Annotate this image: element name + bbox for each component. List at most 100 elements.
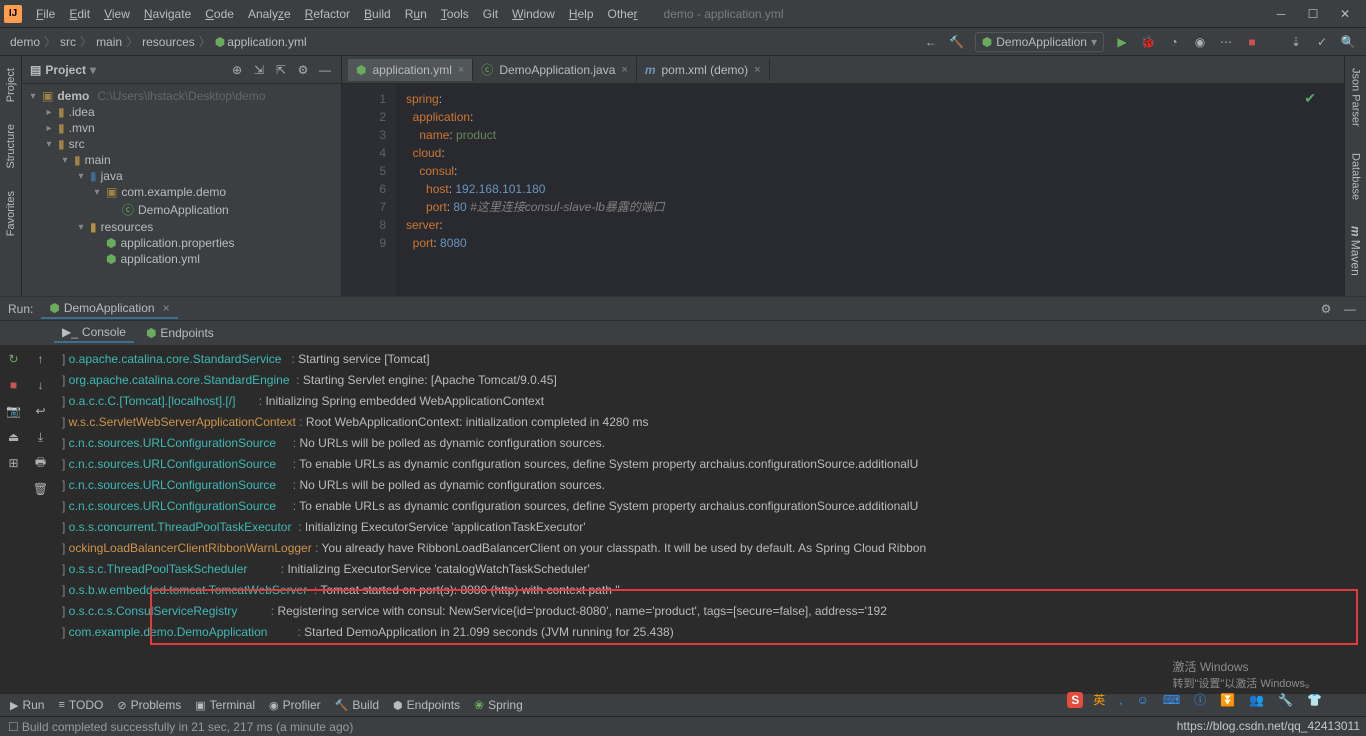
status-text: Build completed successfully in 21 sec, … bbox=[22, 720, 354, 734]
close-button[interactable]: ✕ bbox=[1338, 7, 1352, 21]
hide-icon[interactable]: — bbox=[317, 62, 333, 78]
menu-refactor[interactable]: Refactor bbox=[299, 5, 356, 23]
menu-help[interactable]: Help bbox=[563, 5, 600, 23]
scroll-end[interactable]: ⤓ bbox=[33, 429, 49, 445]
rail-favorites[interactable]: Favorites bbox=[3, 185, 19, 242]
menu-file[interactable]: File bbox=[30, 5, 61, 23]
crumb-main[interactable]: main bbox=[96, 35, 122, 49]
menu-tools[interactable]: Tools bbox=[435, 5, 475, 23]
rail-project[interactable]: Project bbox=[3, 62, 19, 108]
stop-button[interactable]: ■ bbox=[1244, 34, 1260, 50]
up-stack[interactable]: ↑ bbox=[33, 351, 49, 367]
titlebar: IJ File Edit View Navigate Code Analyze … bbox=[0, 0, 1366, 28]
status-icon: ☐ bbox=[8, 720, 19, 734]
breadcrumb: demo〉 src〉 main〉 resources〉 ⬢application… bbox=[10, 33, 307, 50]
rail-database[interactable]: Database bbox=[1348, 147, 1364, 206]
bottom-profiler[interactable]: ◉ Profiler bbox=[269, 698, 321, 712]
maximize-button[interactable]: ☐ bbox=[1306, 7, 1320, 21]
tree-pkg[interactable]: ▾▣com.example.demo bbox=[28, 184, 335, 200]
menu-code[interactable]: Code bbox=[199, 5, 240, 23]
watermark: https://blog.csdn.net/qq_42413011 bbox=[1177, 719, 1360, 733]
run-config-selector[interactable]: ⬢ DemoApplication ▾ bbox=[975, 32, 1104, 52]
bottom-build[interactable]: 🔨 Build bbox=[335, 698, 379, 712]
menu-window[interactable]: Window bbox=[506, 5, 561, 23]
settings-icon[interactable]: ⚙ bbox=[295, 62, 311, 78]
exit-button[interactable]: ⏏ bbox=[6, 429, 22, 445]
clear-button[interactable]: 🗑 bbox=[33, 481, 49, 497]
menu-view[interactable]: View bbox=[98, 5, 136, 23]
crumb-demo[interactable]: demo bbox=[10, 35, 40, 49]
menu-navigate[interactable]: Navigate bbox=[138, 5, 197, 23]
more-run[interactable]: ⋯ bbox=[1218, 34, 1234, 50]
tree-app-yml[interactable]: ⬢application.yml bbox=[28, 251, 335, 267]
statusbar: ☐ Build completed successfully in 21 sec… bbox=[0, 716, 1366, 736]
ime-bar: S 英 , ☺ ⌨ ⓘ ⏬ 👥 🔧 👕 bbox=[1067, 690, 1326, 709]
tab-demo-application[interactable]: ⓒDemoApplication.java× bbox=[473, 57, 637, 82]
tree-mvn[interactable]: ▸▮.mvn bbox=[28, 120, 335, 136]
menu-git[interactable]: Git bbox=[477, 5, 504, 23]
down-stack[interactable]: ↓ bbox=[33, 377, 49, 393]
tree-app-class[interactable]: ⓒDemoApplication bbox=[28, 200, 335, 219]
back-button[interactable]: ← bbox=[923, 34, 939, 50]
git-commit[interactable]: ✓ bbox=[1314, 34, 1330, 50]
tree-java[interactable]: ▾▮java bbox=[28, 168, 335, 184]
bottom-endpoints[interactable]: ⬢ Endpoints bbox=[393, 698, 460, 712]
tree-root[interactable]: ▾▣demoC:\Users\lhstack\Desktop\demo bbox=[28, 88, 335, 104]
crumb-resources[interactable]: resources bbox=[142, 35, 195, 49]
dump-threads[interactable]: 📷 bbox=[6, 403, 22, 419]
crumb-src[interactable]: src bbox=[60, 35, 76, 49]
menu-other[interactable]: Other bbox=[602, 5, 644, 23]
minimize-button[interactable]: ─ bbox=[1274, 7, 1288, 21]
project-title[interactable]: ▤ Project ▾ bbox=[30, 63, 96, 77]
endpoints-tab[interactable]: ⬢Endpoints bbox=[138, 324, 222, 342]
soft-wrap[interactable]: ↩ bbox=[33, 403, 49, 419]
bottom-terminal[interactable]: ▣ Terminal bbox=[195, 698, 255, 712]
window-title: demo - application.yml bbox=[664, 7, 784, 21]
stop-run-button[interactable]: ■ bbox=[6, 377, 22, 393]
run-button[interactable]: ▶ bbox=[1114, 34, 1130, 50]
build-button[interactable]: 🔨 bbox=[949, 34, 965, 50]
coverage-button[interactable]: ◔ bbox=[1166, 34, 1182, 50]
rerun-button[interactable]: ↻ bbox=[6, 351, 22, 367]
collapse-all-icon[interactable]: ⇱ bbox=[273, 62, 289, 78]
crumb-file[interactable]: ⬢application.yml bbox=[215, 35, 307, 49]
app-logo: IJ bbox=[4, 5, 22, 23]
tree-idea[interactable]: ▸▮.idea bbox=[28, 104, 335, 120]
run-hide-icon[interactable]: — bbox=[1342, 301, 1358, 317]
menu-run[interactable]: Run bbox=[399, 5, 433, 23]
run-pane: Run: ⬢DemoApplication× ⚙ — ▶_Console ⬢En… bbox=[0, 296, 1366, 693]
bottom-todo[interactable]: ≡ TODO bbox=[58, 698, 103, 712]
console-output[interactable]: ] o.apache.catalina.core.StandardService… bbox=[54, 345, 1366, 693]
expand-all-icon[interactable]: ⇲ bbox=[251, 62, 267, 78]
menu-analyze[interactable]: Analyze bbox=[242, 5, 297, 23]
bottom-spring[interactable]: ❀ Spring bbox=[474, 698, 523, 712]
tab-application-yml[interactable]: ⬢application.yml× bbox=[348, 59, 473, 81]
console-tab[interactable]: ▶_Console bbox=[54, 323, 134, 343]
git-update[interactable]: ⇣ bbox=[1288, 34, 1304, 50]
profile-button[interactable]: ◉ bbox=[1192, 34, 1208, 50]
rail-structure[interactable]: Structure bbox=[3, 118, 19, 175]
rail-maven[interactable]: m Maven bbox=[1347, 220, 1365, 282]
menu-edit[interactable]: Edit bbox=[63, 5, 96, 23]
layout-button[interactable]: ⊞ bbox=[6, 455, 22, 471]
bottom-run[interactable]: ▶ Run bbox=[10, 698, 44, 712]
debug-button[interactable]: 🐞 bbox=[1140, 34, 1156, 50]
select-opened-icon[interactable]: ⊕ bbox=[229, 62, 245, 78]
run-config-name: DemoApplication bbox=[996, 35, 1087, 49]
print-button[interactable]: 🖶 bbox=[33, 455, 49, 471]
run-settings-icon[interactable]: ⚙ bbox=[1318, 301, 1334, 317]
menubar: File Edit View Navigate Code Analyze Ref… bbox=[30, 5, 644, 23]
search-everywhere[interactable]: 🔍 bbox=[1340, 34, 1356, 50]
tree-resources[interactable]: ▾▮resources bbox=[28, 219, 335, 235]
bottom-problems[interactable]: ⊘ Problems bbox=[117, 698, 181, 712]
run-label: Run: bbox=[8, 302, 33, 316]
tree-src[interactable]: ▾▮src bbox=[28, 136, 335, 152]
run-tool-buttons: ↻ ■ 📷 ⏏ ⊞ ↑ ↓ ↩ ⤓ 🖶 🗑 bbox=[0, 345, 54, 693]
tree-app-props[interactable]: ⬢application.properties bbox=[28, 235, 335, 251]
tree-main[interactable]: ▾▮main bbox=[28, 152, 335, 168]
rail-json-parser[interactable]: Json Parser bbox=[1348, 62, 1364, 133]
tab-pom[interactable]: mpom.xml (demo)× bbox=[637, 59, 770, 81]
menu-build[interactable]: Build bbox=[358, 5, 397, 23]
inspection-ok-icon: ✔ bbox=[1304, 90, 1316, 107]
run-tab-active[interactable]: ⬢DemoApplication× bbox=[41, 299, 177, 319]
